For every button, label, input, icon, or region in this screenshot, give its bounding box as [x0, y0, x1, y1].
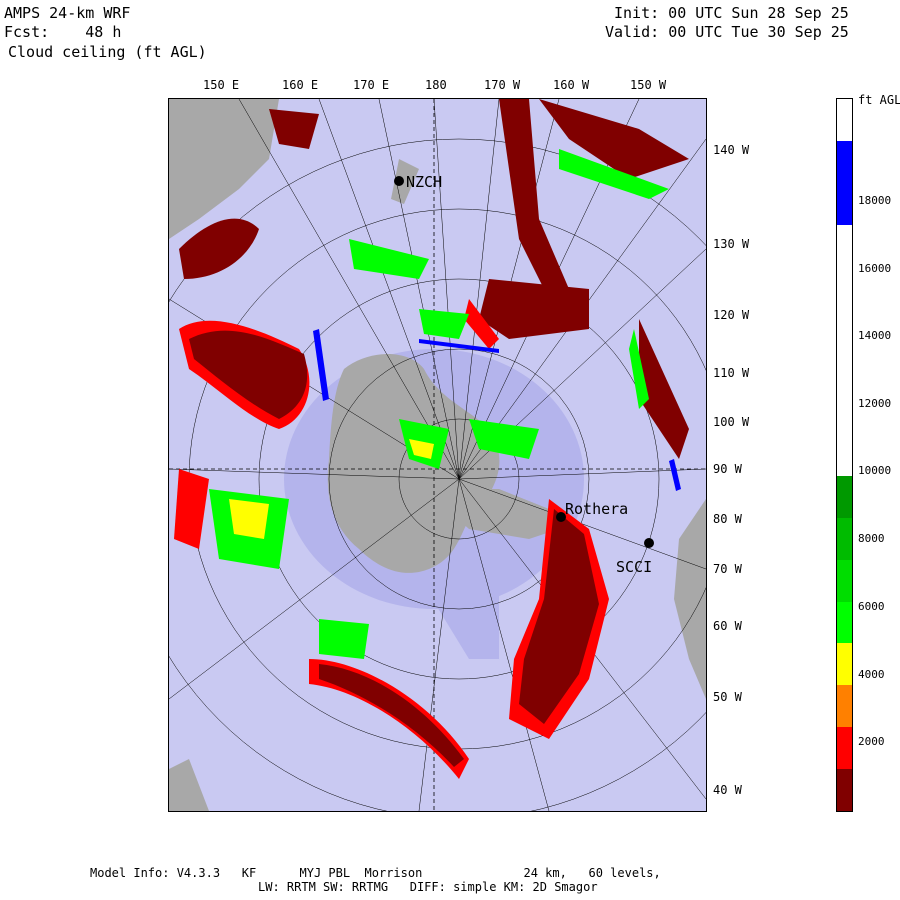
station-label-nzch: NZCH	[406, 173, 443, 191]
colorbar-tick: 16000	[858, 262, 892, 275]
map-panel	[168, 98, 707, 812]
colorbar-segment	[837, 769, 852, 812]
lon-label-right: 70 W	[713, 562, 742, 576]
colorbar-segment	[837, 392, 852, 435]
model-info-line1: Model Info: V4.3.3 KF MYJ PBL Morrison 2…	[90, 866, 661, 880]
colorbar-tick: 6000	[858, 600, 885, 613]
station-marker	[644, 538, 654, 548]
colorbar-segment	[837, 727, 852, 770]
colorbar-segment	[837, 266, 852, 309]
lon-label-right: 80 W	[713, 512, 742, 526]
station-label-scci: SCCI	[616, 558, 653, 576]
init-time: Init: 00 UTC Sun 28 Sep 25	[614, 4, 849, 22]
lon-label: 150 W	[630, 78, 667, 92]
lon-label-right: 50 W	[713, 690, 742, 704]
lon-label: 180	[425, 78, 447, 92]
lon-label: 170 E	[353, 78, 390, 92]
lon-label-right: 40 W	[713, 783, 742, 797]
lon-label-right: 100 W	[713, 415, 750, 429]
colorbar-tick: 12000	[858, 397, 892, 410]
lon-label: 160 E	[282, 78, 319, 92]
colorbar-segment	[837, 350, 852, 393]
colorbar-segment	[837, 182, 852, 226]
colorbar-segment	[837, 559, 852, 603]
lon-label-right: 60 W	[713, 619, 742, 633]
colorbar	[836, 98, 853, 812]
station-marker	[394, 176, 404, 186]
lon-label-right: 110 W	[713, 366, 750, 380]
colorbar-segment	[837, 643, 852, 686]
colorbar-segment	[837, 434, 852, 477]
lon-label-right: 140 W	[713, 143, 750, 157]
station-label-rothera: Rothera	[565, 500, 629, 518]
colorbar-segment	[837, 475, 852, 519]
forecast-hour: Fcst: 48 h	[4, 23, 122, 41]
valid-time: Valid: 00 UTC Tue 30 Sep 25	[605, 23, 849, 41]
colorbar-segment	[837, 99, 852, 142]
map-svg	[169, 99, 706, 811]
colorbar-tick: 10000	[858, 464, 892, 477]
colorbar-tick: 14000	[858, 329, 892, 342]
field-title: Cloud ceiling (ft AGL)	[8, 43, 207, 61]
colorbar-tick: 4000	[858, 668, 885, 681]
colorbar-segment	[837, 140, 852, 184]
lon-label-right: 130 W	[713, 237, 750, 251]
colorbar-segment	[837, 685, 852, 728]
model-info-line2: LW: RRTM SW: RRTMG DIFF: simple KM: 2D S…	[258, 880, 598, 894]
colorbar-tick: 2000	[858, 735, 885, 748]
lon-label: 170 W	[484, 78, 521, 92]
colorbar-tick: 18000	[858, 194, 892, 207]
lon-label: 150 E	[203, 78, 240, 92]
lon-label-right: 120 W	[713, 308, 750, 322]
lon-label: 160 W	[553, 78, 590, 92]
lon-label-right: 90 W	[713, 462, 742, 476]
colorbar-unit: ft AGL	[858, 93, 900, 107]
colorbar-segment	[837, 517, 852, 561]
colorbar-segment	[837, 308, 852, 351]
model-title: AMPS 24-km WRF	[4, 4, 131, 22]
colorbar-segment	[837, 224, 852, 268]
colorbar-tick: 8000	[858, 532, 885, 545]
colorbar-segment	[837, 601, 852, 644]
